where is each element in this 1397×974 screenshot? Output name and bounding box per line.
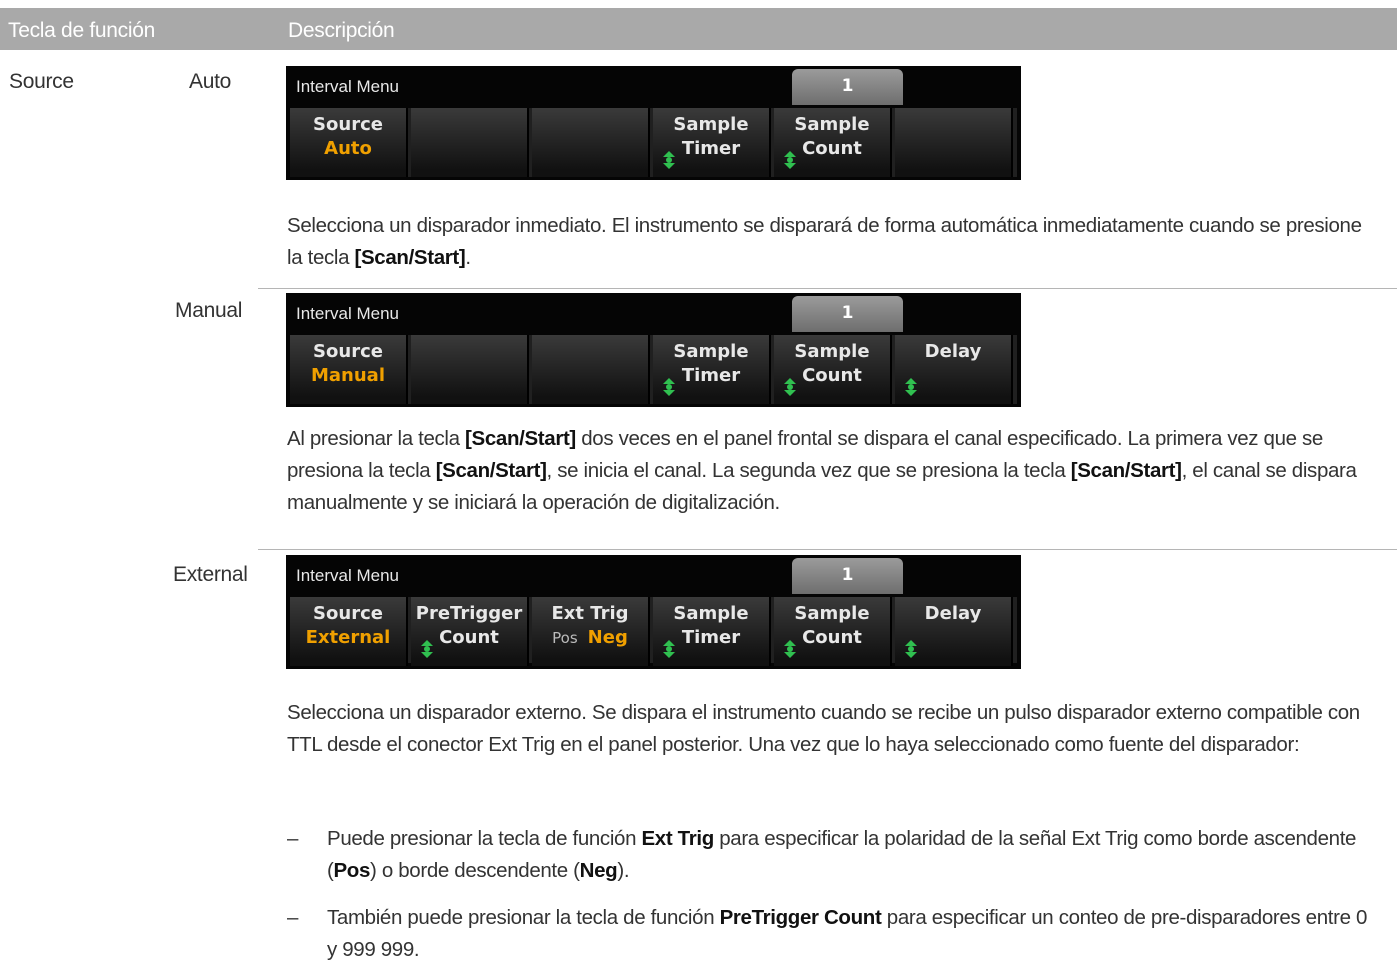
key-reference: Neg (579, 859, 618, 882)
key-reference: [Scan/Start] (465, 427, 576, 450)
channel-indicator: 1 (792, 558, 903, 594)
softkey-label: Delay (924, 603, 982, 624)
softkey-blank[interactable] (532, 108, 650, 177)
key-reference: [Scan/Start] (1070, 459, 1182, 482)
softkey-label: Source (313, 114, 383, 135)
option-manual: Manual (175, 299, 243, 322)
rotary-knob-icon (663, 640, 675, 658)
softkey-row: Source External PreTrigger Count Ext Tri… (290, 597, 1017, 666)
text: , se inicia el canal. La segunda vez que… (546, 459, 1071, 482)
softkey-ext-trig[interactable]: Ext Trig Pos Neg (532, 597, 650, 666)
text: Al presionar la tecla (287, 427, 466, 450)
softkey-delay[interactable]: Delay (895, 335, 1013, 404)
softkey-label: Sample (673, 114, 749, 135)
row-divider (258, 288, 1397, 289)
description-manual: Al presionar la tecla [Scan/Start] dos v… (287, 423, 1382, 519)
softkey-sample-count[interactable]: Sample Count (774, 597, 892, 666)
table-header: Tecla de función Descripción (0, 8, 1397, 50)
softkey-label: Sample (794, 341, 870, 362)
polarity-pos: Pos (552, 629, 578, 647)
softkey-sample-timer[interactable]: Sample Timer (653, 335, 771, 404)
rotary-knob-icon (784, 640, 796, 658)
rotary-knob-icon (663, 378, 675, 396)
rotary-knob-icon (784, 151, 796, 169)
key-reference: [Scan/Start] (435, 459, 547, 482)
softkey-label: PreTrigger (415, 603, 523, 624)
softkey-blank[interactable] (411, 108, 529, 177)
channel-indicator: 1 (792, 69, 903, 105)
text: Puede presionar la tecla de función (327, 827, 642, 850)
softkey-blank[interactable] (895, 108, 1013, 177)
softkey-sample-timer[interactable]: Sample Timer (653, 597, 771, 666)
softkey-pretrigger-count[interactable]: PreTrigger Count (411, 597, 529, 666)
key-reference: Ext Trig (641, 827, 714, 850)
text: También puede presionar la tecla de func… (327, 906, 720, 929)
softkey-blank[interactable] (411, 335, 529, 404)
display-title: Interval Menu (296, 77, 399, 96)
display-external: Interval Menu 1 Source External PreTrigg… (286, 555, 1021, 669)
rotary-knob-icon (663, 151, 675, 169)
display-title: Interval Menu (296, 304, 399, 323)
softkey-source[interactable]: Source Auto (290, 108, 408, 177)
polarity-neg: Neg (587, 627, 628, 648)
bullet-dash: – (287, 827, 299, 850)
row-divider (258, 549, 1397, 550)
display-auto: Interval Menu 1 Source Auto Sample Timer… (286, 66, 1021, 180)
softkey-sample-count[interactable]: Sample Count (774, 108, 892, 177)
option-auto: Auto (189, 70, 231, 93)
text: ). (617, 859, 630, 882)
softkey-label: Source (313, 603, 383, 624)
softkey-label: Delay (924, 341, 982, 362)
rotary-knob-icon (784, 378, 796, 396)
key-reference: [Scan/Start] (354, 246, 466, 269)
rotary-knob-icon (905, 640, 917, 658)
softkey-source[interactable]: Source External (290, 597, 408, 666)
softkey-sample-timer[interactable]: Sample Timer (653, 108, 771, 177)
description-auto: Selecciona un disparador inmediato. El i… (287, 210, 1382, 274)
rotary-knob-icon (905, 378, 917, 396)
softkey-delay[interactable]: Delay (895, 597, 1013, 666)
description-external: Selecciona un disparador externo. Se dis… (287, 701, 1360, 756)
softkey-label: Ext Trig (551, 603, 629, 624)
function-key-source: Source (9, 70, 74, 93)
softkey-row: Source Auto Sample Timer Sample Count (290, 108, 1017, 177)
softkey-source[interactable]: Source Manual (290, 335, 408, 404)
softkey-value: Manual (310, 365, 385, 386)
header-function-key: Tecla de función (8, 19, 155, 42)
text: . (465, 246, 471, 269)
softkey-sample-count[interactable]: Sample Count (774, 335, 892, 404)
header-description: Descripción (288, 19, 395, 42)
channel-indicator: 1 (792, 296, 903, 332)
option-external: External (173, 563, 248, 586)
bullet-dash: – (287, 906, 299, 929)
key-reference: Pos (333, 859, 371, 882)
key-reference: PreTrigger Count (719, 906, 882, 929)
softkey-label: Sample (794, 603, 870, 624)
softkey-value: External (305, 627, 391, 648)
rotary-knob-icon (421, 640, 433, 658)
softkey-label: Sample (794, 114, 870, 135)
softkey-blank[interactable] (532, 335, 650, 404)
softkey-label: Sample (673, 603, 749, 624)
text: ) o borde descendente ( (370, 859, 580, 882)
softkey-label: Source (313, 341, 383, 362)
softkey-label: Sample (673, 341, 749, 362)
display-title: Interval Menu (296, 566, 399, 585)
display-manual: Interval Menu 1 Source Manual Sample Tim… (286, 293, 1021, 407)
softkey-row: Source Manual Sample Timer Sample Count … (290, 335, 1017, 404)
softkey-value: Auto (324, 138, 372, 159)
